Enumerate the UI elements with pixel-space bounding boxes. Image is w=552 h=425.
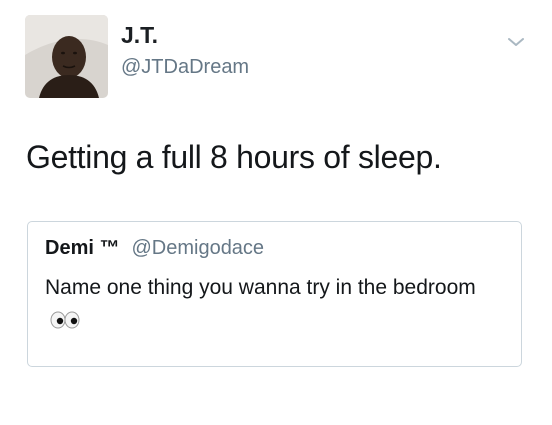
tweet-text: Getting a full 8 hours of sleep. [26, 139, 442, 175]
quoted-text: Name one thing you wanna try in the bedr… [45, 276, 476, 299]
display-name[interactable]: J.T. [121, 22, 158, 49]
profile-photo [25, 15, 108, 98]
avatar[interactable] [25, 15, 108, 98]
user-handle[interactable]: @JTDaDream [121, 56, 249, 79]
quoted-tweet[interactable]: Demi ™ @Demigodace Name one thing you wan… [27, 221, 522, 367]
quoted-text-block: Name one thing you wanna try in the bedr… [45, 271, 505, 340]
eyes-emoji-icon [50, 307, 80, 340]
quoted-handle: @Demigodace [131, 237, 265, 259]
chevron-down-icon[interactable] [504, 32, 528, 52]
quoted-author: Demi ™ @Demigodace [45, 237, 264, 260]
quoted-display-name: Demi ™ [45, 237, 120, 259]
